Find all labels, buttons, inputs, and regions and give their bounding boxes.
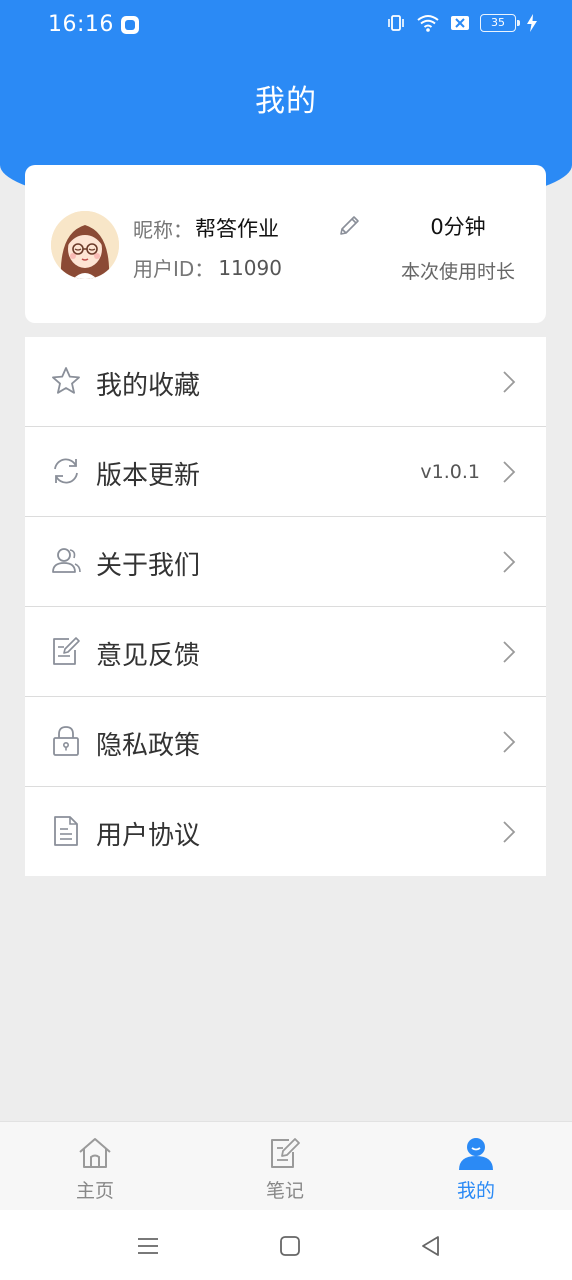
chevron-right-icon xyxy=(503,821,516,843)
chevron-right-icon xyxy=(503,641,516,663)
menu-list: 我的收藏 版本更新 v1.0.1 关于我们 意见反馈 隐私政策 用户协议 xyxy=(25,337,546,876)
menu-item-about-us[interactable]: 关于我们 xyxy=(25,517,546,607)
profile-icon xyxy=(459,1138,493,1170)
version-value: v1.0.1 xyxy=(420,461,480,483)
nav-tab-label: 笔记 xyxy=(265,1180,304,1202)
nav-tab-notes[interactable]: 笔记 xyxy=(190,1122,380,1210)
app-notification-icon xyxy=(121,16,139,34)
menu-item-label: 我的收藏 xyxy=(96,371,201,401)
nav-tab-home[interactable]: 主页 xyxy=(0,1122,190,1210)
refresh-icon xyxy=(54,458,78,484)
home-square-icon[interactable] xyxy=(276,1232,304,1260)
chevron-right-icon xyxy=(503,551,516,573)
usage-duration-value: 0分钟 xyxy=(430,215,486,239)
nav-tab-label: 我的 xyxy=(456,1180,495,1202)
menu-item-label: 关于我们 xyxy=(96,551,201,581)
menu-item-feedback[interactable]: 意见反馈 xyxy=(25,607,546,697)
star-icon xyxy=(52,367,80,394)
page-title: 我的 xyxy=(255,84,317,119)
notes-icon xyxy=(271,1138,300,1168)
status-indicators: 35 xyxy=(386,13,538,33)
menu-item-version-update[interactable]: 版本更新 v1.0.1 xyxy=(25,427,546,517)
avatar-illustration-icon xyxy=(51,211,119,279)
nav-tab-label: 主页 xyxy=(75,1180,114,1202)
usage-duration-label: 本次使用时长 xyxy=(400,261,515,283)
back-triangle-icon[interactable] xyxy=(417,1232,445,1260)
chevron-right-icon xyxy=(503,371,516,393)
home-icon xyxy=(79,1138,111,1168)
lock-icon xyxy=(53,726,79,756)
user-id-label: 用户ID： xyxy=(133,257,215,281)
document-icon xyxy=(54,816,78,846)
users-icon xyxy=(52,548,81,573)
nav-tab-profile[interactable]: 我的 xyxy=(381,1122,571,1210)
feedback-icon xyxy=(53,637,80,665)
nickname-value: 帮答作业 xyxy=(195,217,279,241)
nickname-row: 昵称： 帮答作业 xyxy=(133,213,279,243)
system-navigation-bar xyxy=(0,1210,572,1280)
user-id-value: 11090 xyxy=(218,255,282,280)
wifi-icon xyxy=(417,15,439,32)
menu-item-label: 隐私政策 xyxy=(96,731,201,761)
status-bar: 16:16 35 xyxy=(0,0,572,52)
menu-item-user-agreement[interactable]: 用户协议 xyxy=(25,787,546,876)
charging-icon xyxy=(527,14,537,32)
profile-card: 昵称： 帮答作业 用户ID： 11090 0分钟 本次使用时长 xyxy=(25,165,546,323)
no-sim-icon xyxy=(451,16,469,30)
menu-item-privacy-policy[interactable]: 隐私政策 xyxy=(25,697,546,787)
bottom-nav: 主页 笔记 我的 xyxy=(0,1121,572,1210)
menu-item-label: 版本更新 xyxy=(96,461,201,491)
chevron-right-icon xyxy=(503,461,516,483)
menu-item-favorites[interactable]: 我的收藏 xyxy=(25,337,546,427)
edit-nickname-button[interactable] xyxy=(336,213,362,239)
status-time: 16:16 xyxy=(48,12,114,37)
avatar[interactable] xyxy=(51,211,119,279)
pencil-icon xyxy=(340,216,359,235)
vibrate-icon xyxy=(388,15,404,31)
user-id-row: 用户ID： 11090 xyxy=(133,253,282,282)
battery-indicator: 35 xyxy=(480,14,520,32)
menu-item-label: 用户协议 xyxy=(96,821,201,851)
menu-item-label: 意见反馈 xyxy=(96,641,201,671)
chevron-right-icon xyxy=(503,731,516,753)
nickname-label: 昵称： xyxy=(133,217,193,242)
menu-icon[interactable] xyxy=(134,1232,162,1260)
